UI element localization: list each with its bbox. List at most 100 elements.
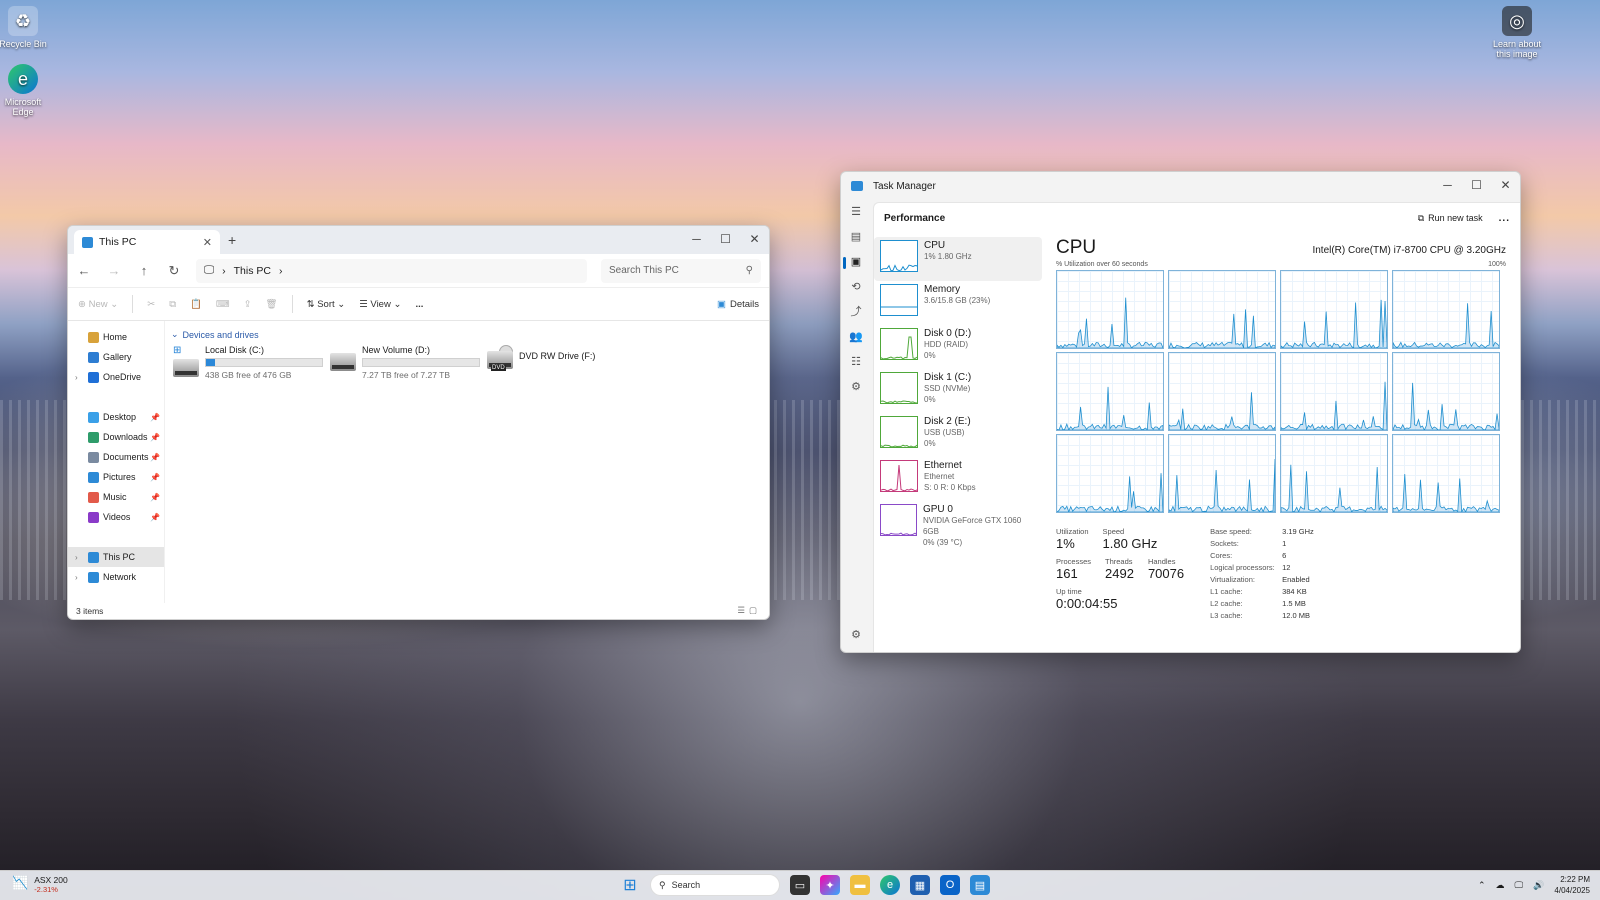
startup-apps-icon[interactable]: ⤴ (841, 300, 871, 325)
search-input[interactable]: Search This PC ⚲ (601, 259, 761, 283)
new-button[interactable]: ⊕ New ⌄ (78, 299, 118, 310)
logical-processor-graph (1168, 434, 1276, 513)
task-manager-window-controls: ─ ☐ ✕ (1433, 172, 1520, 198)
market-widget[interactable]: 📉 ASX 200 -2.31% (12, 875, 68, 894)
resource-item-disk-1-c[interactable]: Disk 1 (C:) SSD (NVMe) 0% (874, 369, 1042, 413)
sidebar-item-gallery[interactable]: Gallery (68, 347, 164, 367)
edge-icon[interactable]: e (880, 875, 900, 895)
chevron-right-icon[interactable]: › (279, 265, 283, 277)
new-tab-button[interactable]: + (228, 232, 236, 248)
up-icon[interactable]: ↑ (136, 263, 152, 278)
sidebar-item-downloads[interactable]: Downloads 📌 (68, 427, 164, 447)
chevron-right-icon[interactable]: › (75, 553, 78, 562)
minimize-button[interactable]: ─ (682, 226, 711, 252)
hamburger-menu-icon[interactable]: ☰ (841, 200, 871, 225)
taskbar-apps: ⊞ ⚲ Search ▭ ✦ ▬ e ▦ O ▤ (620, 874, 990, 896)
task-view-icon[interactable]: ▭ (790, 875, 810, 895)
edge-shortcut[interactable]: e Microsoft Edge (0, 64, 48, 117)
sidebar-item-music[interactable]: Music 📌 (68, 487, 164, 507)
users-icon[interactable]: 👥 (841, 325, 871, 350)
performance-icon[interactable]: ▣ (841, 250, 871, 275)
window-title: Task Manager (873, 181, 936, 192)
close-button[interactable]: ✕ (740, 226, 769, 252)
app-history-icon[interactable]: ⟲ (841, 275, 871, 300)
sidebar-item-label: Downloads (103, 432, 148, 442)
resource-item-disk-0-d[interactable]: Disk 0 (D:) HDD (RAID) 0% (874, 325, 1042, 369)
cpu-specs-table: Base speed: 3.19 GHz Sockets: 1 Cores: 6 Logic… (1210, 527, 1314, 620)
status-bar: 3 items ☰▢ (68, 603, 769, 619)
sidebar-item-videos[interactable]: Videos 📌 (68, 507, 164, 527)
settings-gear-icon[interactable]: ⚙ (841, 623, 871, 648)
resource-item-ethernet[interactable]: Ethernet Ethernet S: 0 R: 0 Kbps (874, 457, 1042, 501)
task-manager-taskbar-icon[interactable]: ▤ (970, 875, 990, 895)
more-options-button[interactable]: ... (1499, 213, 1510, 224)
copy-icon[interactable]: ⧉ (169, 299, 176, 310)
resource-item-gpu-0[interactable]: GPU 0 NVIDIA GeForce GTX 1060 6GB 0% (39 °… (874, 501, 1042, 545)
explorer-tab[interactable]: This PC ✕ (74, 230, 220, 254)
breadcrumb-item[interactable]: This PC (234, 265, 271, 277)
learn-about-image-shortcut[interactable]: ◎ Learn about this image (1492, 6, 1542, 59)
sidebar-item-onedrive[interactable]: › OneDrive (68, 367, 164, 387)
drive-item-d[interactable]: New Volume (D:) 7.27 TB free of 7.27 TB (330, 345, 480, 380)
services-icon[interactable]: ⚙ (841, 375, 871, 400)
recycle-bin-icon: ♻ (8, 6, 38, 36)
outlook-icon[interactable]: O (940, 875, 960, 895)
drive-name: Local Disk (C:) (205, 345, 323, 355)
dvd-drive-icon: DVD (487, 345, 513, 375)
sidebar-item-pictures[interactable]: Pictures 📌 (68, 467, 164, 487)
sort-button[interactable]: ⇅ Sort ⌄ (307, 299, 346, 310)
view-button[interactable]: ☰ View ⌄ (359, 299, 401, 310)
maximize-button[interactable]: ☐ (711, 226, 740, 252)
share-icon[interactable]: ⇪ (244, 299, 252, 310)
clock[interactable]: 2:22 PM 4/04/2025 (1554, 874, 1590, 896)
tab-close-icon[interactable]: ✕ (203, 236, 212, 249)
resource-item-memory[interactable]: Memory 3.6/15.8 GB (23%) (874, 281, 1042, 325)
onedrive-tray-icon[interactable]: ☁ (1496, 880, 1505, 891)
minimize-button[interactable]: ─ (1433, 172, 1462, 198)
resource-item-disk-2-e[interactable]: Disk 2 (E:) USB (USB) 0% (874, 413, 1042, 457)
videos-icon (88, 512, 99, 523)
details-list-icon[interactable]: ☷ (841, 350, 871, 375)
group-header[interactable]: ⌄ Devices and drives (171, 329, 763, 340)
more-options-button[interactable]: ... (415, 299, 423, 310)
delete-icon[interactable]: 🗑 (266, 299, 278, 310)
maximize-button[interactable]: ☐ (1462, 172, 1491, 198)
sidebar-item-documents[interactable]: Documents 📌 (68, 447, 164, 467)
sidebar-item-label: Pictures (103, 472, 136, 482)
sidebar-item-network[interactable]: › Network (68, 567, 164, 587)
file-explorer-icon[interactable]: ▬ (850, 875, 870, 895)
drive-item-c[interactable]: ⊞ Local Disk (C:) 438 GB free of 476 GB (173, 345, 323, 380)
view-toggle-icons[interactable]: ☰▢ (737, 605, 761, 616)
resource-detail: 1% 1.80 GHz (924, 251, 972, 262)
sidebar-item-home[interactable]: Home (68, 327, 164, 347)
chevron-up-icon[interactable]: ⌃ (1478, 880, 1486, 891)
run-new-task-button[interactable]: ⧉ Run new task (1418, 213, 1483, 224)
sidebar-item-label: Desktop (103, 412, 136, 422)
sidebar-item-this-pc[interactable]: › This PC (68, 547, 164, 567)
copilot-icon[interactable]: ✦ (820, 875, 840, 895)
logical-processor-graphs (1056, 270, 1506, 513)
details-button[interactable]: ▣ Details (717, 299, 759, 310)
network-icon[interactable]: 🖵 (1515, 880, 1524, 891)
mini-graph (880, 240, 918, 272)
breadcrumb[interactable]: 🖵 › This PC › (196, 259, 587, 283)
forward-icon[interactable]: → (106, 263, 122, 278)
volume-icon[interactable]: 🔊 (1533, 880, 1544, 891)
close-button[interactable]: ✕ (1491, 172, 1520, 198)
recycle-bin-shortcut[interactable]: ♻ Recycle Bin (0, 6, 48, 49)
back-icon[interactable]: ← (76, 263, 92, 278)
refresh-icon[interactable]: ↻ (166, 263, 182, 279)
processes-icon[interactable]: ▤ (841, 225, 871, 250)
sidebar-item-desktop[interactable]: Desktop 📌 (68, 407, 164, 427)
paste-icon[interactable]: 📋 (190, 299, 202, 310)
chevron-right-icon[interactable]: › (75, 373, 78, 382)
resource-item-cpu[interactable]: CPU 1% 1.80 GHz (874, 237, 1042, 281)
taskbar-search[interactable]: ⚲ Search (650, 874, 780, 896)
drive-item-f[interactable]: DVD DVD RW Drive (F:) (487, 345, 595, 375)
page-title: Performance (884, 213, 945, 224)
store-icon[interactable]: ▦ (910, 875, 930, 895)
chevron-right-icon[interactable]: › (75, 573, 78, 582)
rename-icon[interactable]: ⌨ (216, 299, 230, 310)
start-button[interactable]: ⊞ (620, 875, 640, 895)
cut-icon[interactable]: ✂ (147, 299, 155, 310)
